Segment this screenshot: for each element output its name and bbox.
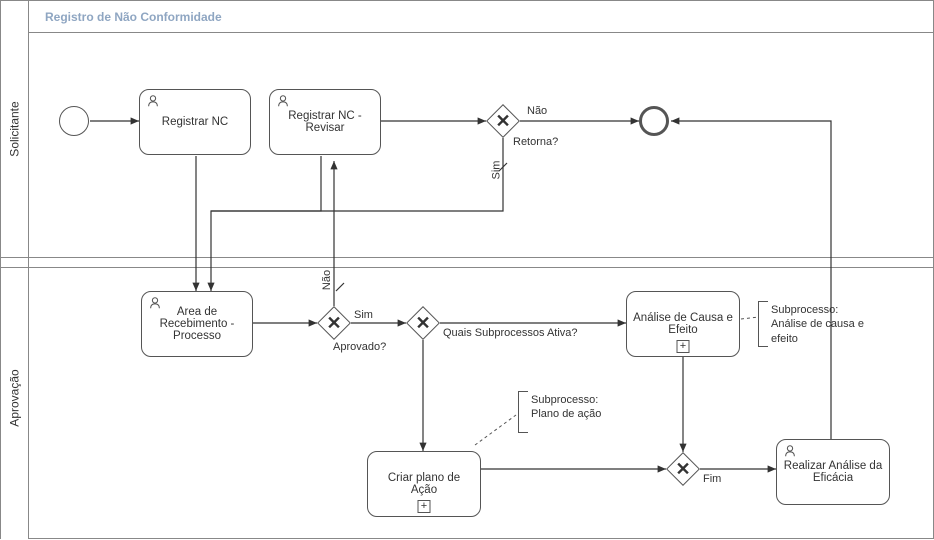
flowlabel-nao-aprovado: Não (321, 270, 333, 290)
annotation-title: Subprocesso: (771, 304, 838, 316)
user-icon (276, 94, 290, 108)
annotation-bracket (758, 301, 768, 347)
task-analise-causa: Análise de Causa e Efeito + (626, 291, 740, 357)
subprocess-marker-icon: + (677, 340, 690, 353)
start-event (59, 106, 89, 136)
task-criar-plano: Criar plano de Ação + (367, 451, 481, 517)
user-icon (146, 94, 160, 108)
annotation-body: Plano de ação (531, 408, 601, 420)
task-realizar-eficacia: Realizar Análise da Eficácia (776, 439, 890, 505)
gateway-subprocessos-question: Quais Subprocessos Ativa? (443, 327, 578, 339)
task-label: Criar plano de Ação (374, 472, 474, 496)
annotation-bracket (518, 391, 528, 433)
task-label: Registrar NC - Revisar (276, 110, 374, 134)
lane-label-solicitante: Solicitante (1, 1, 29, 257)
annotation-analise-causa: Subprocesso: Análise de causa e efeito (771, 303, 891, 346)
annotation-plano-acao: Subprocesso: Plano de ação (531, 393, 631, 422)
task-label: Realizar Análise da Eficácia (783, 460, 883, 484)
annotation-body: Análise de causa e efeito (771, 318, 864, 344)
task-label: Area de Recebimento - Processo (148, 306, 246, 342)
gateway-subprocessos: ✕ (406, 306, 440, 340)
gateway-aprovado: ✕ (317, 306, 351, 340)
flowlabel-nao: Não (527, 105, 547, 117)
lane-divider (1, 257, 933, 258)
bpmn-diagram: Solicitante Aprovação Registro de Não Co… (0, 0, 934, 539)
user-icon (783, 444, 797, 458)
user-icon (148, 296, 162, 310)
annotation-title: Subprocesso: (531, 394, 598, 406)
gateway-retorna: ✕ (486, 104, 520, 138)
gateway-fim-label: Fim (703, 473, 721, 485)
flowlabel-sim: Sim (490, 161, 502, 180)
pool-title: Registro de Não Conformidade (45, 10, 222, 24)
task-registrar-nc: Registrar NC (139, 89, 251, 155)
lane-label-aprovacao: Aprovação (1, 257, 29, 539)
end-event (639, 106, 669, 136)
task-registrar-nc-revisar: Registrar NC - Revisar (269, 89, 381, 155)
lane-divider-gap (1, 267, 933, 268)
task-area-recebimento: Area de Recebimento - Processo (141, 291, 253, 357)
gateway-retorna-question: Retorna? (513, 136, 558, 148)
flowlabel-sim-aprovado: Sim (354, 309, 373, 321)
subprocess-marker-icon: + (418, 500, 431, 513)
lane-text-aprovacao: Aprovação (8, 369, 22, 426)
task-label: Análise de Causa e Efeito (633, 312, 733, 336)
gateway-fim: ✕ (666, 452, 700, 486)
gateway-aprovado-question: Aprovado? (333, 341, 386, 353)
lane-text-solicitante: Solicitante (8, 101, 22, 156)
task-label: Registrar NC (162, 116, 228, 128)
